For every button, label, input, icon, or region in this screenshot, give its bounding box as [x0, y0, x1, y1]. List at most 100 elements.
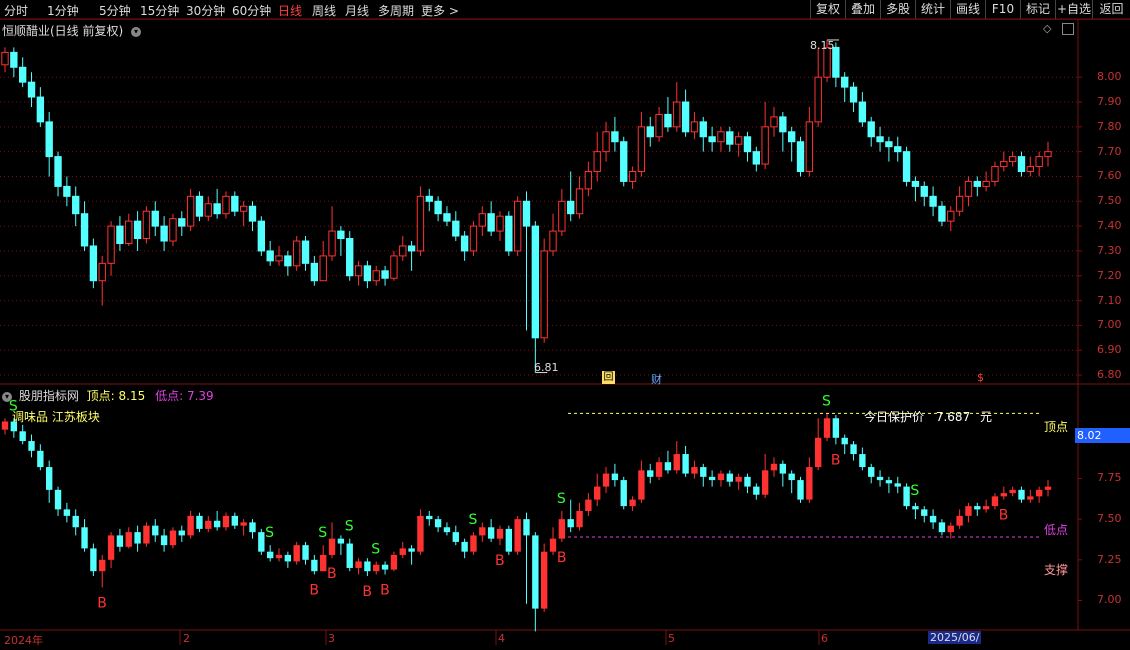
candle-body — [328, 230, 336, 257]
candle-body — [72, 195, 80, 215]
finance-marker[interactable]: 财 — [651, 371, 662, 387]
candle-body — [779, 116, 787, 133]
chevron-down-icon[interactable]: ▾ — [131, 26, 142, 37]
candle-body — [63, 185, 71, 197]
stock-title: 恒顺醋业(日线 前复权) — [2, 24, 124, 38]
tab-1min[interactable]: 1分钟 — [47, 2, 79, 19]
candle-body — [505, 215, 513, 252]
tab-fenshi[interactable]: 分时 — [4, 2, 28, 19]
candle-body — [80, 213, 89, 247]
indicator-name: 股朋指标网 — [18, 389, 79, 403]
ind-candle-body — [691, 467, 698, 474]
candle-body — [717, 131, 725, 143]
tab-multi-period[interactable]: 多周期 — [378, 2, 414, 19]
ind-candle-body — [461, 541, 468, 552]
ind-candle-body — [337, 538, 345, 544]
candle-body — [248, 205, 257, 222]
f10-button[interactable]: F10 — [985, 0, 1020, 19]
candle-body — [257, 220, 266, 252]
sell-signal: S — [822, 393, 831, 409]
candle-body — [955, 195, 964, 212]
candle-body — [443, 213, 451, 222]
tab-5min[interactable]: 5分钟 — [99, 2, 131, 19]
candle-body — [98, 262, 106, 282]
tab-60min[interactable]: 60分钟 — [232, 2, 271, 19]
ind-candle-body — [1044, 486, 1052, 490]
buy-signal: B — [309, 582, 319, 598]
ind-candle-body — [708, 476, 716, 481]
ind-candle-body — [850, 444, 857, 455]
tab-monthly[interactable]: 月线 — [345, 2, 369, 19]
candle-body — [434, 200, 442, 215]
overlay-button[interactable]: 叠加 — [845, 0, 880, 19]
main-ytick: 7.10 — [1097, 293, 1122, 307]
candle-body — [231, 195, 239, 212]
statistics-button[interactable]: 统计 — [915, 0, 950, 19]
candle-body — [513, 200, 522, 252]
candle-body — [293, 240, 301, 267]
ind-candle-body — [169, 530, 177, 546]
ind-candle-body — [815, 437, 822, 468]
date-label-feb: 2 — [183, 632, 190, 645]
ind-candle-body — [894, 483, 901, 487]
mark-button[interactable]: 标记 — [1020, 0, 1055, 19]
main-ytick: 7.30 — [1097, 243, 1122, 257]
multi-stock-button[interactable]: 多股 — [880, 0, 915, 19]
add-favorite-button[interactable]: +自选 — [1055, 0, 1092, 19]
candle-body — [752, 151, 760, 165]
candle-body — [372, 270, 380, 282]
tab-more[interactable]: 更多 > — [421, 2, 459, 19]
ind-candle-body — [540, 551, 548, 609]
candle-body — [894, 146, 902, 153]
restore-right-button[interactable]: 复权 — [810, 0, 845, 19]
collapse-icon[interactable]: ▾ — [2, 391, 12, 402]
main-ytick: 6.80 — [1097, 368, 1122, 382]
ind-candle-body — [558, 519, 566, 539]
draw-line-button[interactable]: 画线 — [950, 0, 985, 19]
candle-body — [549, 230, 557, 252]
ind-candle-body — [1018, 489, 1025, 500]
ind-candle-body — [37, 450, 44, 468]
tab-daily[interactable]: 日线 — [278, 2, 302, 19]
low-line-label: 低点 — [1044, 523, 1069, 537]
ind-candle-body — [125, 532, 132, 547]
ind-candle-body — [594, 486, 601, 500]
candle-body — [628, 171, 637, 182]
ind-candle-body — [1027, 496, 1034, 500]
date-label-jun: 6 — [821, 632, 828, 645]
main-ytick: 7.40 — [1097, 219, 1122, 233]
ind-candle-body — [576, 511, 583, 528]
review-marker[interactable]: 回 — [602, 371, 615, 384]
tab-30min[interactable]: 30分钟 — [186, 2, 225, 19]
candle-body — [743, 136, 752, 153]
back-button[interactable]: 返回 — [1092, 0, 1130, 19]
candle-body — [690, 121, 699, 133]
ind-candle-body — [311, 559, 318, 572]
tab-15min[interactable]: 15分钟 — [140, 2, 179, 19]
candle-body — [814, 76, 822, 123]
tab-weekly[interactable]: 周线 — [312, 2, 336, 19]
sector-label: 调味品 江苏板块 — [12, 410, 100, 424]
buy-signal: B — [327, 566, 337, 582]
candle-body — [425, 195, 433, 202]
ind-candle-body — [373, 564, 380, 572]
candle-body — [213, 203, 221, 215]
candle-body — [275, 255, 283, 262]
protect-price-value: 7.687 — [935, 410, 971, 424]
ind-candle-body — [487, 527, 495, 539]
candle-body — [169, 218, 177, 242]
candle-body — [160, 225, 168, 242]
event-marker[interactable]: $ — [977, 371, 984, 384]
candle-body — [770, 116, 778, 128]
candle-body — [1000, 161, 1008, 168]
indicator-ytick: 7.00 — [1097, 593, 1122, 607]
ind-candle-body — [134, 532, 141, 544]
indicator-ytick: 7.75 — [1097, 471, 1122, 485]
diamond-icon[interactable]: ◇ — [1043, 22, 1051, 35]
buy-signal: B — [97, 595, 107, 611]
ind-candle-body — [620, 480, 627, 507]
window-toggle-icon[interactable] — [1062, 23, 1074, 35]
candle-body — [637, 126, 646, 173]
low-annotation: 6.81 — [534, 361, 559, 374]
candle-body — [567, 200, 575, 215]
